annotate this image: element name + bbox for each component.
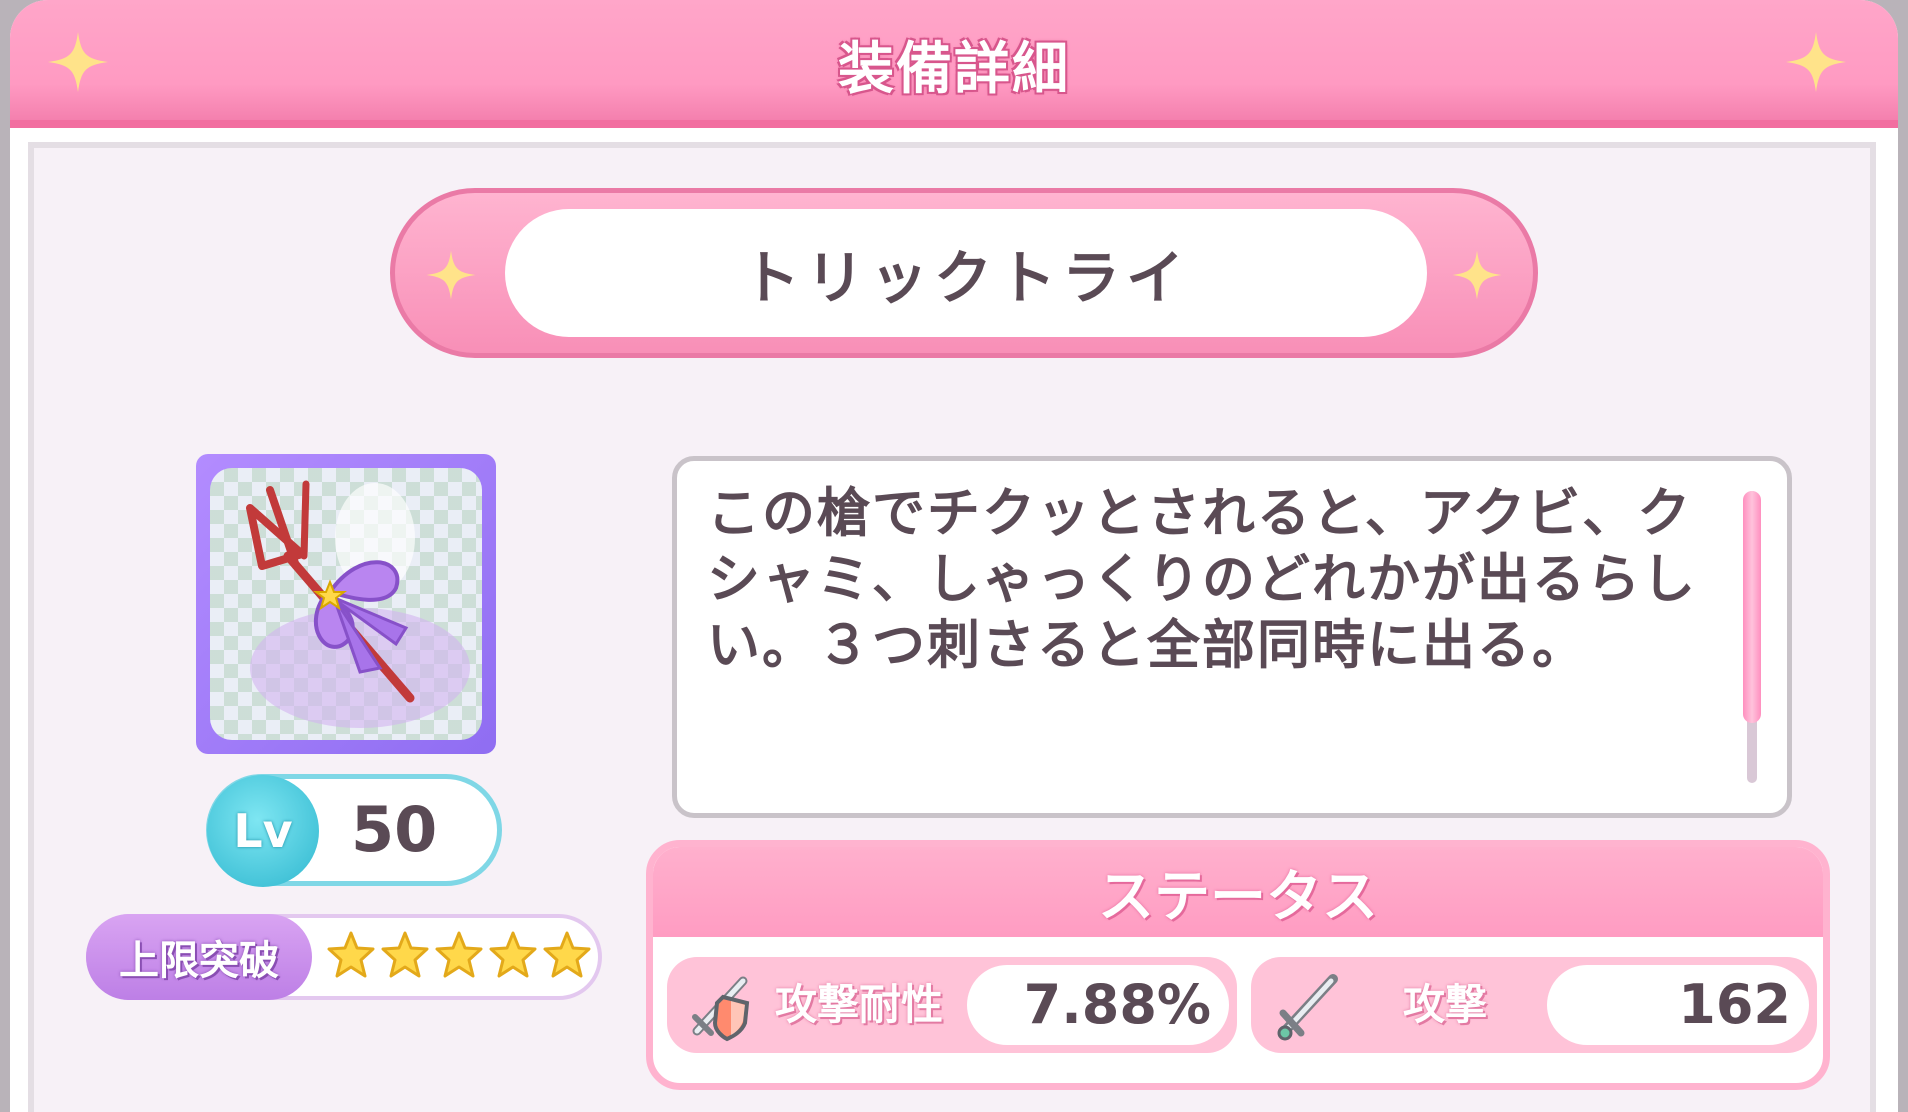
sparkle-icon [426,250,476,300]
sparkle-icon [1786,32,1846,92]
equipment-detail-window: 装備詳細 トリックトライ Lv 50 上限突破 この槍でチクッとされると、アクビ… [10,0,1898,1112]
shield-sword-icon [692,976,750,1042]
status-panel: ステータス 攻撃耐性 7.88% 攻撃 162 [646,840,1830,1090]
stat-value: 7.88% [967,965,1229,1045]
equipment-name-plate: トリックトライ [390,188,1538,358]
equipment-name: トリックトライ [505,209,1427,337]
star-icon [489,931,537,978]
star-icon [327,931,375,978]
equipment-icon-background [210,468,482,740]
stat-attack: 攻撃 162 [1251,957,1817,1053]
limit-break-stars [326,930,592,980]
header-bar: 装備詳細 [10,0,1898,128]
limit-break-label: 上限突破 [86,914,312,1000]
star-icon [381,931,429,978]
level-indicator: Lv 50 [206,774,502,887]
sparkle-icon [1452,250,1502,300]
star-icon [435,931,483,978]
stat-attack-resistance: 攻撃耐性 7.88% [667,957,1237,1053]
stat-label: 攻撃耐性 [775,980,944,1029]
level-value: 50 [351,793,438,866]
status-title: ステータス [653,847,1823,937]
page-title: 装備詳細 [838,37,1070,102]
description-scrollbar-thumb[interactable] [1743,491,1761,723]
stat-label: 攻撃 [1403,980,1488,1029]
limit-break-indicator: 上限突破 [86,914,602,1000]
description-box[interactable]: この槍でチクッとされると、アクビ、クシャミ、しゃっくりのどれかが出るらしい。３つ… [672,456,1792,818]
equipment-icon-frame[interactable] [196,454,496,754]
stat-value: 162 [1547,965,1809,1045]
description-text: この槍でチクッとされると、アクビ、クシャミ、しゃっくりのどれかが出るらしい。３つ… [707,483,1697,676]
star-icon [543,931,591,978]
sword-icon [1277,974,1338,1041]
trident-icon [246,480,470,728]
level-badge: Lv [207,775,319,887]
